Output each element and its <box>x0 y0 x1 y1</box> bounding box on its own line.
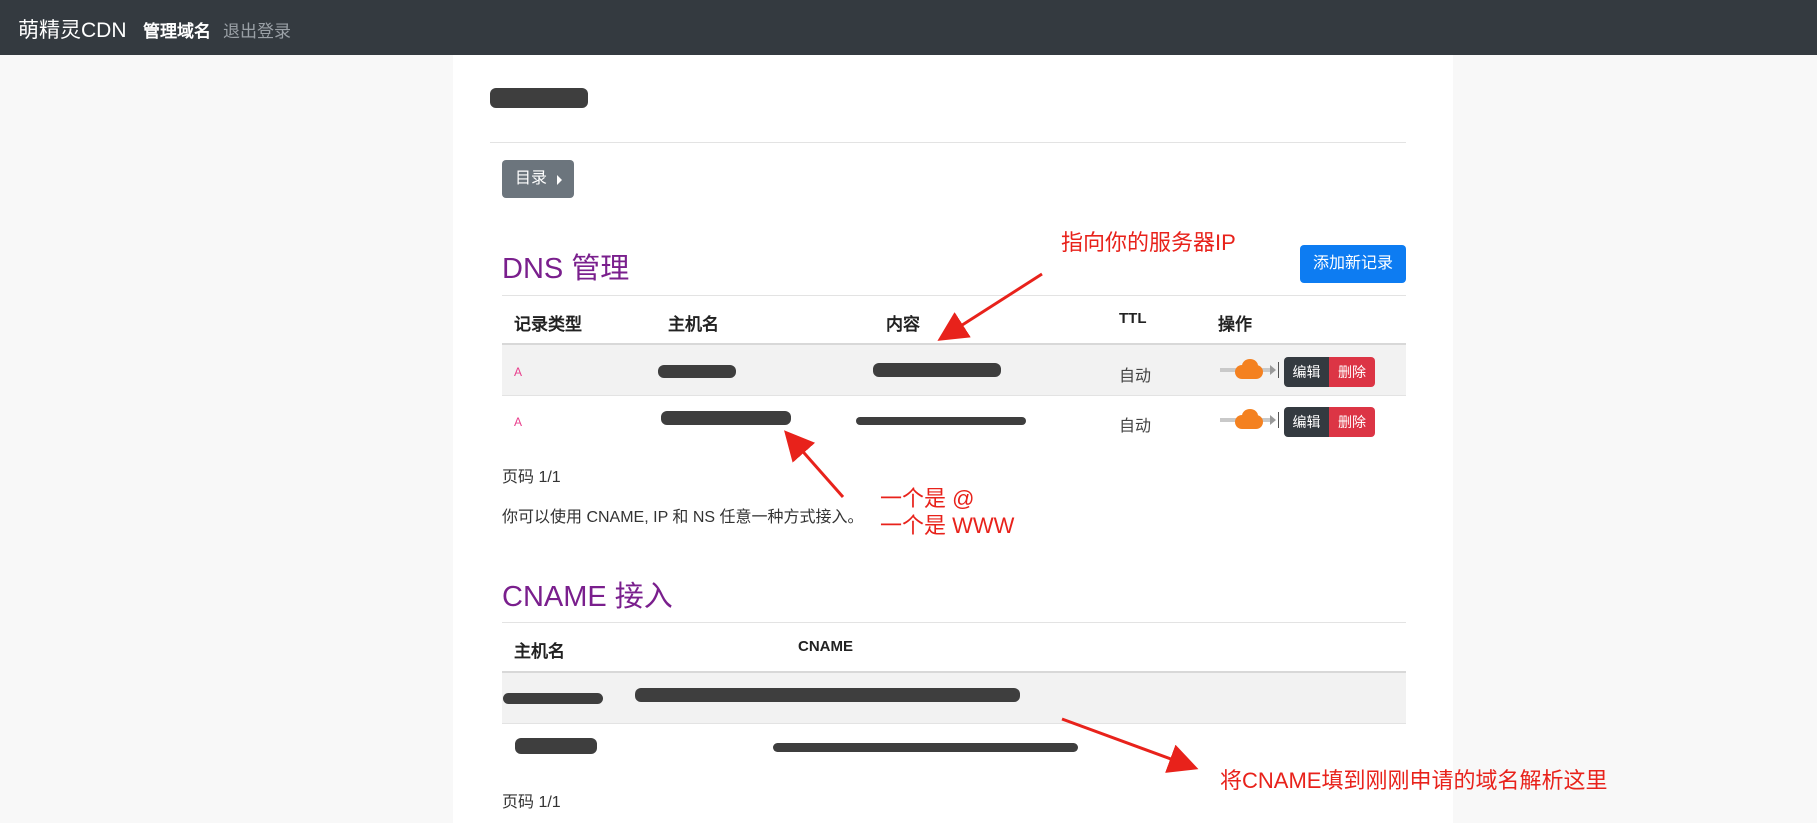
arrow-to-hostname <box>784 430 845 498</box>
annotation-arrows <box>784 272 1199 773</box>
arrow-to-content <box>937 272 1043 341</box>
arrow-to-cname <box>1061 717 1199 773</box>
